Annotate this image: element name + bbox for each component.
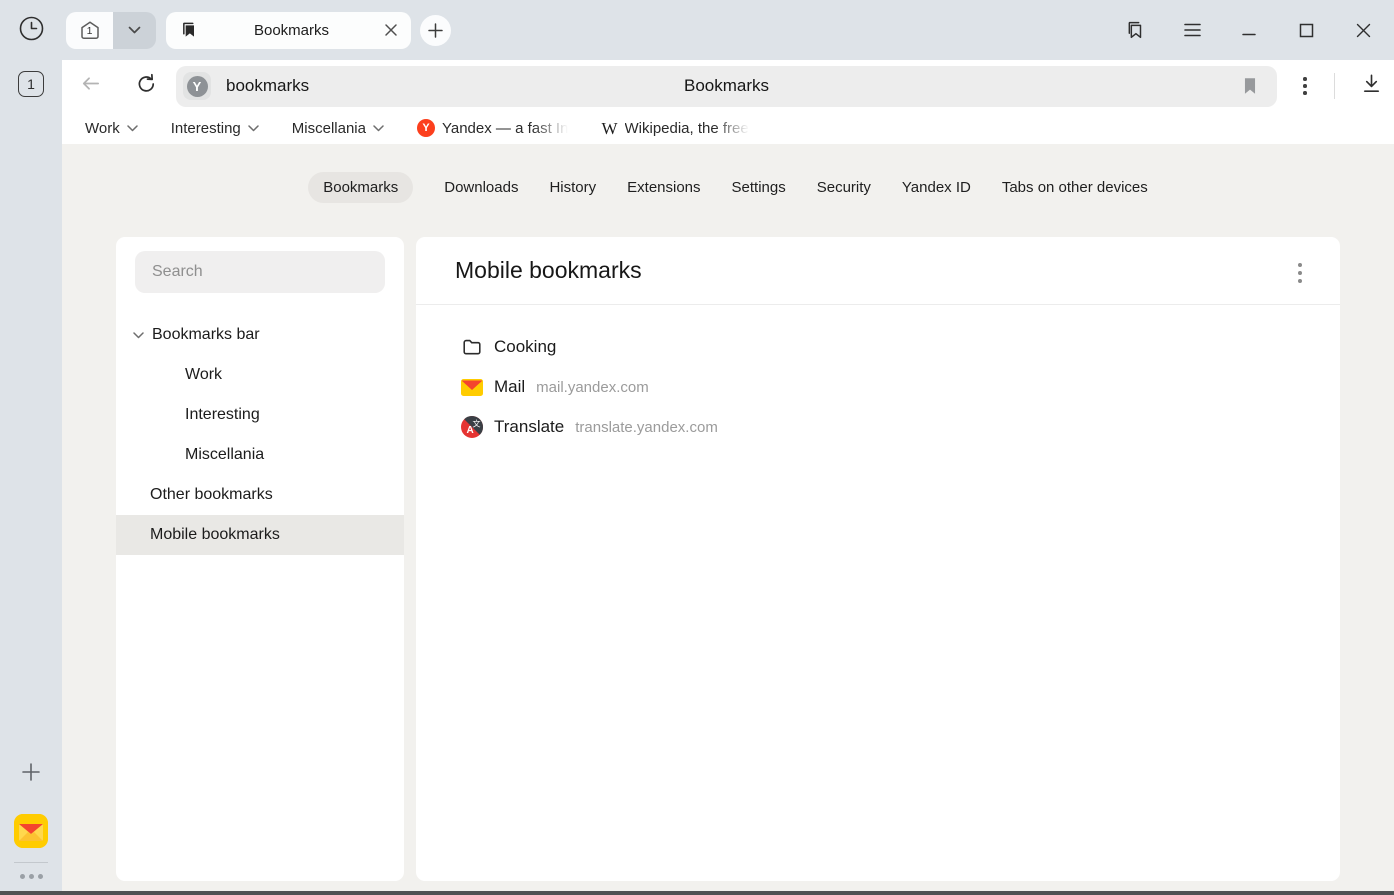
download-icon[interactable] [1360, 72, 1383, 100]
yandex-mail-app-icon[interactable] [14, 814, 48, 848]
bookmarks-bar-folder-miscellania[interactable]: Miscellania [292, 120, 384, 137]
chevron-down-icon [127, 125, 138, 132]
tab-group-dropdown[interactable] [113, 12, 156, 49]
bookmark-name: Cooking [494, 337, 556, 357]
bookmarks-bar: Work Interesting Miscellania Y Yandex — … [62, 112, 1394, 144]
address-text[interactable]: bookmarks [226, 76, 309, 96]
bookmark-name: Mail [494, 377, 525, 397]
kebab-menu-icon[interactable] [1303, 77, 1307, 95]
panel-kebab-icon[interactable] [1296, 261, 1304, 285]
list-item-cooking[interactable]: Cooking [416, 327, 1340, 367]
chevron-down-icon [248, 125, 259, 132]
bookmark-name: Translate [494, 417, 564, 437]
tree-item-label: Other bookmarks [150, 486, 273, 504]
rail-divider [14, 862, 48, 863]
close-icon[interactable] [1352, 19, 1374, 41]
tab-title: Bookmarks [199, 22, 384, 39]
tree-item-label: Mobile bookmarks [150, 526, 280, 544]
tab-close-icon[interactable] [384, 23, 398, 37]
chevron-down-icon[interactable] [133, 332, 144, 339]
panel-header: Mobile bookmarks [416, 237, 1340, 305]
tab-group-icon: 1 [79, 20, 101, 41]
history-clock-icon[interactable] [18, 15, 45, 47]
side-panel-bookmarks-icon[interactable] [1124, 19, 1146, 41]
bookmark-label: Wikipedia, the free [625, 120, 749, 137]
tree-item-bookmarks-bar[interactable]: Bookmarks bar [116, 315, 404, 355]
page-title: Bookmarks [176, 76, 1277, 96]
tab-settings[interactable]: Settings [732, 172, 786, 203]
yandex-favicon: Y [417, 119, 435, 137]
toolbar-divider [1334, 73, 1335, 99]
tab-security[interactable]: Security [817, 172, 871, 203]
plus-icon [428, 23, 443, 38]
bookmark-filled-icon[interactable] [1239, 75, 1261, 102]
tree-item-label: Miscellania [185, 446, 264, 464]
tree-item-other-bookmarks[interactable]: Other bookmarks [116, 475, 404, 515]
tree-item-mobile-bookmarks[interactable]: Mobile bookmarks [116, 515, 404, 555]
rail-tab-count: 1 [27, 76, 35, 92]
bookmarks-bar-link-yandex[interactable]: Y Yandex — a fast In [417, 119, 568, 137]
folders-sidebar: Bookmarks bar Work Interesting Miscellan… [116, 237, 404, 881]
yandex-mail-favicon [461, 376, 483, 398]
chevron-down-icon [373, 125, 384, 132]
tree-item-miscellania[interactable]: Miscellania [116, 435, 404, 475]
bookmarks-bar-folder-interesting[interactable]: Interesting [171, 120, 259, 137]
window-controls [1124, 19, 1374, 41]
tab-group-button[interactable]: 1 [66, 12, 113, 49]
maximize-icon[interactable] [1295, 19, 1317, 41]
tree-item-work[interactable]: Work [116, 355, 404, 395]
yandex-badge-icon: Y [187, 76, 208, 97]
folder-label: Miscellania [292, 120, 366, 137]
bookmark-url: mail.yandex.com [536, 379, 649, 396]
tab-other-devices[interactable]: Tabs on other devices [1002, 172, 1148, 203]
bookmark-list: Cooking Mail mail.yandex.com A 文 [416, 305, 1340, 447]
left-rail: 1 [0, 0, 62, 891]
bookmarks-panel: Mobile bookmarks Cooking Mail mail.yande… [416, 237, 1340, 881]
tree-item-interesting[interactable]: Interesting [116, 395, 404, 435]
add-icon[interactable] [20, 761, 42, 788]
back-icon[interactable] [79, 72, 102, 100]
bookmarks-bar-folder-work[interactable]: Work [85, 120, 138, 137]
toolbar: Y bookmarks Bookmarks [62, 60, 1394, 112]
list-item-mail[interactable]: Mail mail.yandex.com [416, 367, 1340, 407]
panel-title: Mobile bookmarks [455, 257, 642, 284]
tree-item-label: Bookmarks bar [152, 326, 260, 344]
bookmark-url: translate.yandex.com [575, 419, 718, 436]
bookmarks-bar-link-wikipedia[interactable]: W Wikipedia, the free [601, 120, 748, 137]
folder-label: Work [85, 120, 120, 137]
new-tab-button[interactable] [420, 15, 451, 46]
svg-text:文: 文 [473, 419, 481, 429]
tab-group-control[interactable]: 1 [66, 12, 156, 49]
tab-group-count: 1 [79, 25, 101, 37]
more-dots-icon[interactable] [20, 874, 43, 879]
search-input[interactable] [135, 251, 385, 293]
yandex-translate-favicon: A 文 [461, 416, 483, 438]
list-item-translate[interactable]: A 文 Translate translate.yandex.com [416, 407, 1340, 447]
page-content: Bookmarks Downloads History Extensions S… [62, 144, 1394, 891]
window-bottom-border [0, 891, 1394, 895]
bookmark-tabs-icon [179, 20, 199, 40]
tab-history[interactable]: History [549, 172, 596, 203]
active-tab[interactable]: Bookmarks [166, 12, 411, 49]
tab-yandex-id[interactable]: Yandex ID [902, 172, 971, 203]
tab-strip: 1 Bookmarks [62, 0, 1394, 60]
tree-item-label: Interesting [185, 406, 260, 424]
menu-icon[interactable] [1181, 19, 1203, 41]
site-badge[interactable]: Y [183, 72, 211, 100]
minimize-icon[interactable] [1238, 19, 1260, 41]
bookmark-label: Yandex — a fast In [442, 120, 568, 137]
manager-nav-tabs: Bookmarks Downloads History Extensions S… [62, 172, 1394, 203]
reload-icon[interactable] [135, 72, 158, 100]
tab-downloads[interactable]: Downloads [444, 172, 518, 203]
folder-tree: Bookmarks bar Work Interesting Miscellan… [116, 315, 404, 555]
tab-extensions[interactable]: Extensions [627, 172, 700, 203]
folder-label: Interesting [171, 120, 241, 137]
folder-icon [461, 336, 483, 358]
tree-item-label: Work [185, 366, 222, 384]
address-bar[interactable]: Y bookmarks Bookmarks [176, 66, 1277, 107]
chevron-down-icon [128, 26, 141, 34]
wikipedia-favicon: W [601, 120, 617, 137]
tabs-count-badge[interactable]: 1 [18, 71, 44, 97]
tab-bookmarks[interactable]: Bookmarks [308, 172, 413, 203]
